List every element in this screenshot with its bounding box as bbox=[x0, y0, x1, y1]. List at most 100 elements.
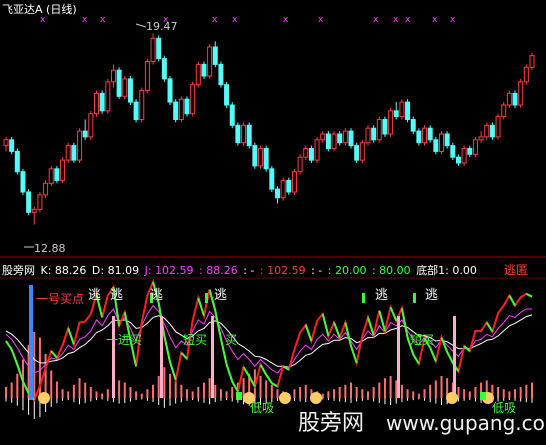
v2-value: : - bbox=[243, 264, 255, 277]
candle-body bbox=[207, 46, 213, 77]
candle-body bbox=[393, 110, 399, 118]
j-line-falling-segment bbox=[400, 307, 409, 338]
low-buy-text-1: 低吸 bbox=[250, 401, 274, 415]
candle-body bbox=[161, 58, 167, 80]
candle-body bbox=[178, 98, 184, 120]
green-flag bbox=[413, 293, 416, 303]
v3-value: : 102.59 bbox=[259, 264, 306, 277]
candle-body bbox=[48, 168, 54, 184]
candle-body bbox=[99, 92, 105, 112]
candle-body bbox=[229, 104, 235, 126]
candle-body bbox=[286, 179, 292, 193]
candle-body bbox=[195, 63, 201, 86]
candle-body bbox=[60, 159, 66, 181]
j-line-falling-segment bbox=[67, 328, 75, 345]
candle-body bbox=[320, 133, 326, 141]
j-line-falling-segment bbox=[321, 313, 330, 337]
candle-body bbox=[37, 194, 43, 210]
candle-body bbox=[77, 130, 83, 161]
x-marker: x bbox=[450, 15, 456, 25]
candle-body bbox=[506, 92, 512, 106]
double-buy-text: 一进买 bbox=[106, 333, 142, 347]
j-line-falling-segment bbox=[225, 364, 234, 382]
j-line-falling-segment bbox=[197, 297, 205, 317]
low-buy-marker bbox=[480, 392, 486, 400]
candle-body bbox=[88, 113, 94, 138]
j-line-falling-segment bbox=[163, 335, 171, 363]
watermark-cn: 股旁网 bbox=[298, 411, 364, 436]
bottom-value: 底部1: 0.00 bbox=[416, 264, 477, 277]
escape-text-6: 逃 bbox=[425, 288, 438, 303]
candle-body bbox=[427, 127, 433, 141]
watermark-url: www.gupang.com bbox=[386, 411, 546, 435]
indicator-name: 股旁网 bbox=[2, 264, 35, 277]
candle-body bbox=[127, 78, 133, 103]
candle-body bbox=[478, 136, 484, 141]
candle-body bbox=[297, 156, 303, 173]
j-line-falling-segment bbox=[389, 306, 398, 322]
candle-body bbox=[82, 130, 88, 138]
x-marker: x bbox=[100, 15, 106, 25]
candle-body bbox=[156, 37, 162, 60]
candle-body bbox=[65, 145, 71, 161]
candle-body bbox=[467, 148, 473, 155]
candle-body bbox=[110, 69, 116, 83]
candle-body bbox=[325, 133, 331, 149]
candle-body bbox=[461, 148, 467, 164]
candle-body bbox=[26, 191, 32, 213]
candle-body bbox=[274, 188, 280, 199]
high-price-label: 19.47 bbox=[146, 20, 178, 33]
escape-text-1: 逃 bbox=[88, 288, 101, 303]
candle-body bbox=[489, 124, 495, 138]
j-line-falling-segment bbox=[50, 350, 58, 359]
candle-body bbox=[252, 145, 258, 167]
candle-body bbox=[291, 171, 297, 193]
candle-body bbox=[201, 63, 207, 77]
low-price-label: 12.88 bbox=[34, 242, 66, 255]
candle-body bbox=[342, 130, 348, 144]
escape-text-2: 逃 bbox=[110, 288, 123, 303]
j-line-falling-segment bbox=[304, 324, 313, 342]
candle-body bbox=[14, 150, 20, 173]
green-flag bbox=[205, 293, 208, 303]
candle-body bbox=[365, 127, 371, 144]
candle-body bbox=[308, 148, 314, 161]
candle-body bbox=[444, 133, 450, 147]
candle-body bbox=[433, 139, 439, 152]
buy-bar bbox=[160, 316, 163, 398]
x-marker: x bbox=[283, 15, 289, 25]
candle-body bbox=[150, 37, 156, 62]
candle-body bbox=[133, 101, 139, 120]
candle-body bbox=[410, 119, 416, 132]
candle-body bbox=[382, 119, 388, 135]
candle-body bbox=[416, 130, 422, 144]
candle-body bbox=[9, 139, 15, 152]
short-buy-text-2: 短买 bbox=[410, 333, 434, 347]
j-line-falling-segment bbox=[446, 351, 454, 364]
d-value: D: 81.09 bbox=[91, 264, 140, 277]
candle-body bbox=[20, 171, 26, 193]
candle-body bbox=[3, 139, 9, 147]
j-line-falling-segment bbox=[180, 352, 188, 360]
x-marker: x bbox=[212, 15, 218, 25]
short-buy-text-1: 短买 bbox=[183, 333, 207, 347]
candle-body bbox=[93, 92, 99, 115]
candle-body bbox=[212, 46, 218, 65]
candle-body bbox=[422, 127, 428, 144]
candle-body bbox=[455, 156, 461, 164]
j-line-falling-segment bbox=[242, 366, 251, 377]
candle-body bbox=[314, 139, 320, 161]
escape-text-5: 逃 bbox=[375, 288, 388, 303]
candle-body bbox=[139, 90, 145, 120]
v4-value: : - bbox=[311, 264, 323, 277]
buy-bar bbox=[112, 316, 115, 398]
candle-body bbox=[184, 98, 190, 115]
low-buy-marker bbox=[236, 392, 242, 400]
v1-value: : 88.26 bbox=[199, 264, 238, 277]
candle-body bbox=[331, 133, 337, 149]
candle-body bbox=[376, 119, 382, 141]
candle-body bbox=[167, 78, 173, 103]
j-line-falling-segment bbox=[429, 347, 437, 362]
candle-body bbox=[529, 55, 535, 68]
first-buy-text: 一号买点 bbox=[36, 292, 84, 306]
